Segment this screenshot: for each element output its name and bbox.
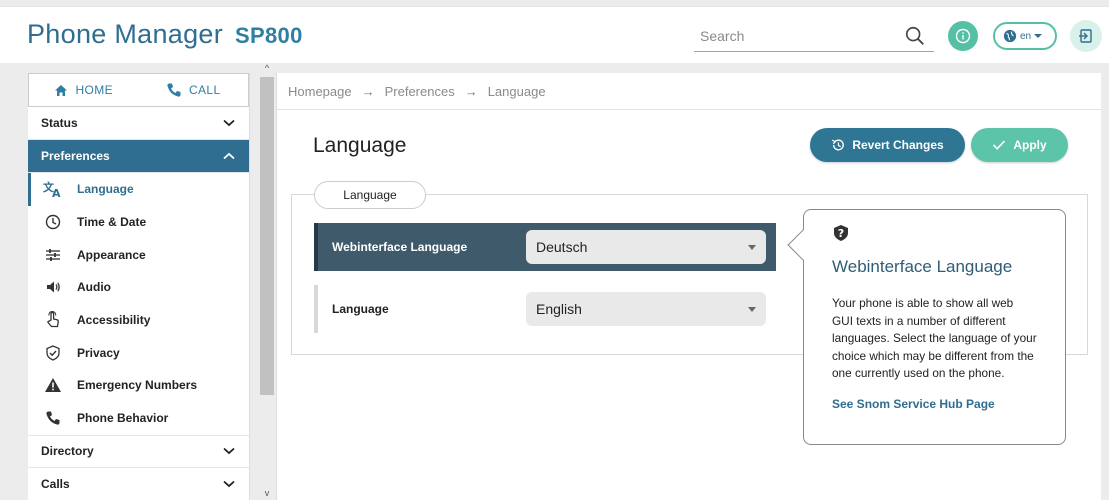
breadcrumb-separator: → bbox=[464, 83, 478, 99]
sidebar-item-phone-behavior[interactable]: Phone Behavior bbox=[28, 402, 249, 435]
caret-down-icon bbox=[748, 244, 756, 250]
call-label: CALL bbox=[188, 83, 221, 97]
apply-button[interactable]: Apply bbox=[971, 128, 1068, 162]
scroll-down-icon[interactable]: v bbox=[259, 488, 275, 500]
search-icon[interactable] bbox=[904, 25, 926, 47]
breadcrumb-preferences[interactable]: Preferences bbox=[385, 84, 455, 99]
sidebar-item-label: Appearance bbox=[77, 247, 146, 262]
svg-text:A: A bbox=[52, 187, 61, 198]
chevron-down-icon bbox=[223, 447, 235, 455]
info-icon bbox=[955, 28, 971, 44]
sidebar-item-audio[interactable]: Audio bbox=[28, 271, 249, 304]
logout-icon bbox=[1079, 29, 1092, 43]
chevron-up-icon bbox=[223, 152, 235, 160]
sidebar-item-appearance[interactable]: Appearance bbox=[28, 238, 249, 271]
breadcrumb: Homepage → Preferences → Language bbox=[277, 73, 1101, 110]
touch-icon bbox=[42, 311, 64, 329]
language-select[interactable]: English bbox=[526, 292, 766, 326]
speaker-icon bbox=[42, 278, 64, 296]
sidebar-item-language[interactable]: 文A Language bbox=[28, 173, 249, 206]
apply-label: Apply bbox=[1013, 138, 1047, 152]
clock-icon bbox=[42, 213, 64, 231]
sidebar-section-directory[interactable]: Directory bbox=[28, 434, 249, 468]
page-title: Language bbox=[313, 134, 407, 157]
sidebar-item-label: Phone Behavior bbox=[77, 411, 169, 426]
sidebar-item-label: Time & Date bbox=[77, 215, 147, 230]
language-code: en bbox=[1020, 30, 1032, 42]
home-label: HOME bbox=[75, 83, 114, 97]
app-window: Phone Manager SP800 en HOME CALL bbox=[0, 0, 1109, 500]
translate-icon: 文A bbox=[42, 180, 64, 198]
quick-nav: HOME CALL bbox=[28, 73, 249, 107]
sidebar-item-label: Language bbox=[77, 182, 134, 197]
webinterface-language-select[interactable]: Deutsch bbox=[526, 230, 766, 264]
section-label: Directory bbox=[41, 444, 94, 458]
help-tooltip: ? Webinterface Language Your phone is ab… bbox=[787, 209, 1066, 445]
globe-icon bbox=[1003, 29, 1017, 43]
section-label: Status bbox=[41, 116, 78, 130]
service-hub-link[interactable]: See Snom Service Hub Page bbox=[832, 397, 1037, 411]
tooltip-text: Your phone is able to show all web GUI t… bbox=[832, 296, 1037, 381]
brand-logo: Phone Manager SP800 bbox=[27, 19, 303, 50]
section-label: Calls bbox=[41, 476, 70, 491]
caret-down-icon bbox=[748, 306, 756, 312]
scroll-up-icon[interactable]: ^ bbox=[259, 63, 275, 75]
scrollbar-thumb[interactable] bbox=[260, 77, 274, 395]
phone-call-icon bbox=[167, 83, 181, 97]
sidebar: HOME CALL Status Preferences 文A Language bbox=[28, 73, 250, 500]
setting-row-language[interactable]: Language English bbox=[314, 285, 776, 333]
select-value: Deutsch bbox=[536, 239, 588, 255]
setting-label: Webinterface Language bbox=[332, 240, 468, 254]
select-value: English bbox=[536, 301, 582, 317]
logout-button[interactable] bbox=[1070, 20, 1102, 52]
sidebar-item-privacy[interactable]: Privacy bbox=[28, 336, 249, 369]
language-switcher[interactable]: en bbox=[993, 22, 1057, 50]
warning-icon bbox=[42, 376, 64, 394]
breadcrumb-language: Language bbox=[487, 83, 546, 99]
sidebar-section-status[interactable]: Status bbox=[28, 107, 249, 140]
chevron-down-icon bbox=[223, 480, 235, 487]
setting-row-webinterface-language[interactable]: Webinterface Language Deutsch bbox=[314, 223, 776, 271]
sidebar-item-label: Privacy bbox=[77, 345, 120, 360]
model-name: SP800 bbox=[235, 23, 303, 48]
svg-text:?: ? bbox=[838, 227, 844, 240]
caret-down-icon bbox=[1034, 34, 1043, 38]
call-button[interactable]: CALL bbox=[139, 82, 249, 98]
chevron-down-icon bbox=[223, 119, 235, 127]
phone-icon bbox=[42, 409, 64, 427]
breadcrumb-separator: → bbox=[361, 83, 375, 99]
panel-tab-language[interactable]: Language bbox=[314, 181, 426, 209]
sidebar-item-label: Accessibility bbox=[77, 313, 151, 328]
section-label: Preferences bbox=[41, 149, 110, 163]
sidebar-item-label: Emergency Numbers bbox=[77, 378, 198, 393]
sidebar-scrollbar[interactable]: ^ v bbox=[259, 63, 275, 500]
sidebar-item-emergency-numbers[interactable]: Emergency Numbers bbox=[28, 369, 249, 402]
setting-label: Language bbox=[332, 302, 389, 316]
breadcrumb-homepage[interactable]: Homepage bbox=[288, 84, 352, 99]
sidebar-item-label: Audio bbox=[77, 280, 111, 295]
check-icon bbox=[993, 140, 1006, 150]
search-input[interactable] bbox=[694, 22, 894, 50]
sidebar-item-time-date[interactable]: Time & Date bbox=[28, 206, 249, 239]
sliders-icon bbox=[42, 246, 64, 264]
home-icon bbox=[55, 84, 68, 96]
shield-icon bbox=[42, 344, 64, 362]
info-button[interactable] bbox=[948, 21, 978, 51]
sidebar-section-calls[interactable]: Calls bbox=[28, 468, 249, 500]
sidebar-item-accessibility[interactable]: Accessibility bbox=[28, 304, 249, 337]
revert-changes-button[interactable]: Revert Changes bbox=[810, 128, 965, 162]
tooltip-title: Webinterface Language bbox=[832, 257, 1013, 276]
search-box bbox=[694, 22, 934, 52]
sidebar-section-preferences[interactable]: Preferences bbox=[28, 140, 249, 173]
help-icon: ? bbox=[834, 225, 848, 241]
history-icon bbox=[832, 139, 845, 151]
revert-label: Revert Changes bbox=[852, 138, 944, 152]
brand-name: Phone Manager bbox=[27, 19, 224, 49]
home-button[interactable]: HOME bbox=[29, 83, 139, 97]
header-bar: Phone Manager SP800 en bbox=[0, 6, 1109, 63]
